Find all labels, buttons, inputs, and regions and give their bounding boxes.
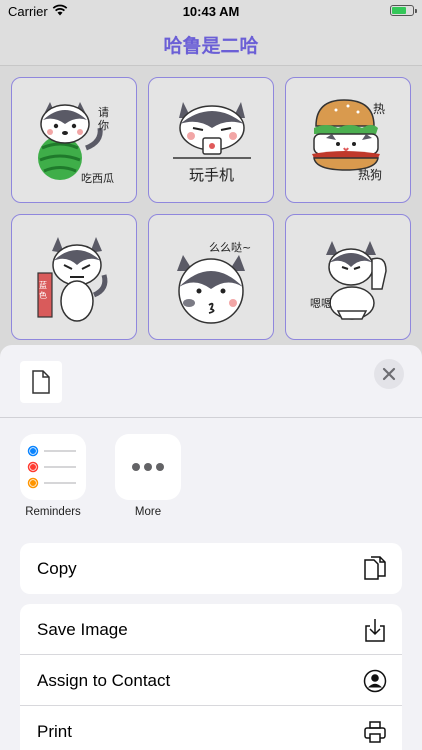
sticker-cell-phone[interactable]: 玩手机 [148,77,274,203]
sticker-cell-kiss[interactable]: 么么哒~ [148,214,274,340]
share-sheet: Reminders More Copy Save Image Assign to… [0,345,422,750]
page-title: 哈鲁是二哈 [163,35,259,57]
action-label: Assign to Contact [37,671,171,690]
close-icon [382,367,396,381]
app-label: Reminders [25,506,81,518]
action-label: Print [37,722,72,741]
copy-action[interactable]: Copy [20,543,402,594]
sticker-cell-sign[interactable]: 蓝色 [11,214,137,340]
more-icon [115,434,181,500]
sticker-cell-hotdog[interactable]: 热 热狗 [285,77,411,203]
status-bar: Carrier 10:43 AM [0,0,422,22]
navigation-bar: 哈鲁是二哈 [0,22,422,66]
print-icon [364,721,386,743]
app-label: More [134,506,162,518]
sticker-caption: 玩手机 [189,166,235,184]
sticker-cell-watermelon[interactable]: 请你 吃西瓜 [11,77,137,203]
sticker-caption: 请你 [98,106,109,132]
battery-icon [390,5,417,16]
share-app-row: Reminders More [0,434,422,524]
print-action[interactable]: Print [20,706,402,750]
document-icon [32,370,50,394]
copy-icon [364,556,386,580]
sticker-caption: 吃西瓜 [81,172,114,185]
action-label: Copy [37,559,77,578]
document-thumbnail [20,361,62,403]
sticker-caption: 热狗 [358,168,383,182]
husky-watermelon-icon [38,102,103,180]
contact-icon [363,669,387,693]
sticker-cell-toilet[interactable]: 嗯嗯 [285,214,411,340]
sticker-caption: 么么哒~ [209,241,252,254]
husky-kiss-icon [177,255,245,324]
sticker-caption: 嗯嗯 [310,297,332,310]
sticker-caption: 蓝色 [39,281,47,300]
battery-level [392,7,406,14]
share-actions-group-main: Save Image Assign to Contact Print [20,604,402,750]
reminders-icon [20,434,86,500]
husky-toilet-icon [326,241,387,320]
close-button[interactable] [374,359,404,389]
husky-hotdog-icon [312,99,380,171]
husky-sign-icon [37,237,108,322]
share-sheet-header [0,345,422,418]
app-reminders[interactable]: Reminders [13,434,93,518]
save-icon [365,619,385,642]
sticker-caption: 热 [373,102,386,116]
clock: 10:43 AM [182,4,240,19]
share-actions-group-copy: Copy [20,543,402,594]
action-label: Save Image [37,620,128,639]
save-image-action[interactable]: Save Image [20,604,402,655]
app-more[interactable]: More [108,434,188,518]
assign-to-contact-action[interactable]: Assign to Contact [20,655,402,706]
